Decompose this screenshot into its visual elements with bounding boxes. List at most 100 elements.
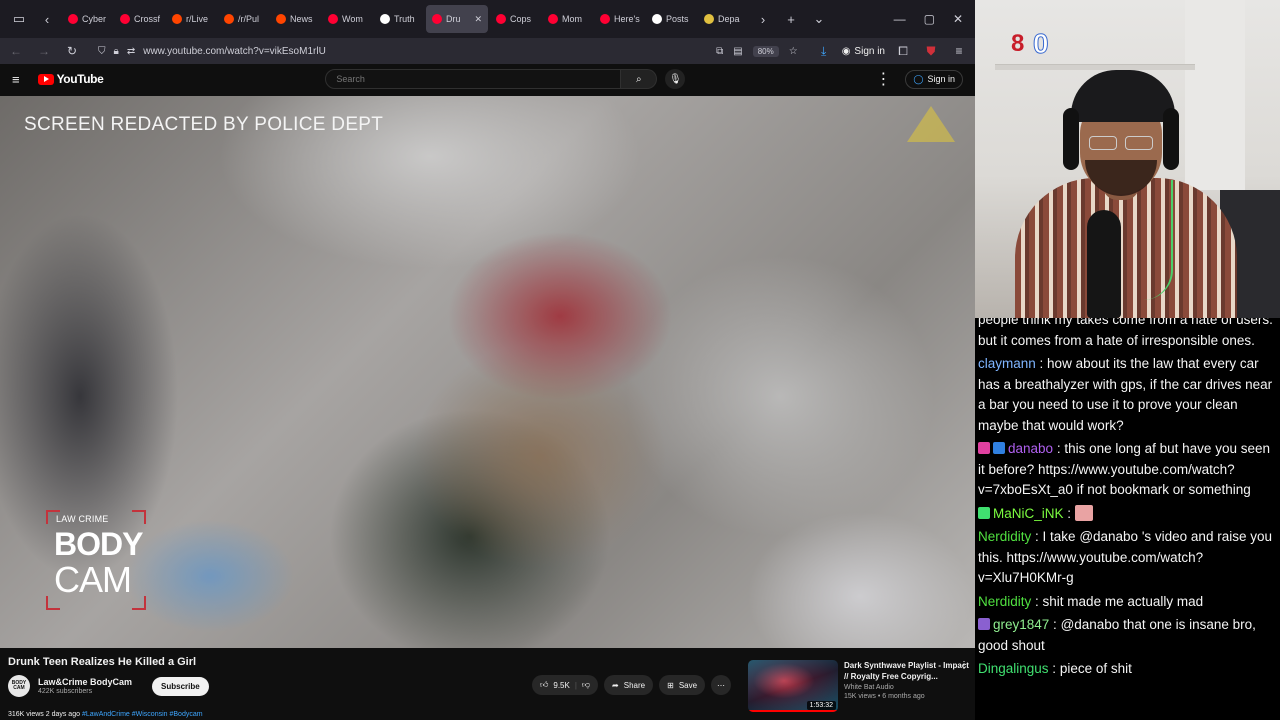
lock-icon[interactable]: 🔒︎ (114, 46, 119, 57)
url-bar-actions: ⧉ ▤ 80% ☆ (716, 45, 798, 57)
recommended-thumbnail[interactable]: 1:53:32 (748, 660, 838, 712)
views-and-date: 316K views 2 days ago (8, 711, 80, 718)
tab-close-icon[interactable]: ✕ (474, 14, 482, 25)
chat-username[interactable]: Nerdidity (978, 529, 1031, 544)
maximize-icon[interactable]: ▢ (924, 12, 935, 26)
browser-tab[interactable]: News (270, 5, 320, 33)
tab-label: Dru (446, 14, 461, 24)
browser-tab[interactable]: Here's (594, 5, 644, 33)
stream-chat: people think my takes come from a hate o… (975, 318, 1280, 720)
scroll-right-icon[interactable]: › (750, 6, 776, 32)
more-options-icon[interactable]: ⋮ (875, 69, 891, 89)
chat-emote-icon (1074, 504, 1093, 521)
chat-message: Dingalingus : piece of shit (978, 659, 1278, 680)
chat-badge-icon (993, 442, 1005, 454)
tab-label: Depa (718, 14, 740, 24)
recommended-video[interactable]: 1:53:32 Dark Synthwave Playlist - Impact… (748, 660, 975, 712)
tab-overview-icon[interactable]: ▭ (6, 6, 32, 32)
youtube-logo[interactable]: YouTube (37, 72, 104, 86)
tab-label: Cyber (82, 14, 107, 24)
streamer-cap (1071, 70, 1175, 122)
hashtags[interactable]: #LawAndCrime #Wisconsin #Bodycam (82, 711, 203, 718)
forward-icon[interactable]: → (34, 41, 54, 61)
browser-tab[interactable]: Dru ✕ (426, 5, 488, 33)
chat-message: MaNiC_iNK : (978, 504, 1278, 525)
reader-view-icon[interactable]: ▤ (733, 46, 742, 57)
bookmark-star-icon[interactable]: ☆ (789, 46, 798, 57)
like-button[interactable]: 👍︎ 9.5K | 👎︎ (532, 675, 599, 695)
hamburger-menu-icon[interactable]: ≡ (12, 72, 20, 87)
more-actions-button[interactable]: ⋯ (711, 675, 732, 695)
browser-tab[interactable]: Cops (490, 5, 540, 33)
url-bar[interactable]: ⛉ 🔒︎ ⇄ www.youtube.com/watch?v=vikEsoM1r… (90, 40, 806, 62)
recommended-channel[interactable]: White Bat Audio (844, 684, 975, 691)
tab-label: Posts (666, 14, 689, 24)
search-button[interactable]: ⌕ (621, 69, 658, 89)
video-player[interactable]: SCREEN REDACTED BY POLICE DEPT LAW CRIME… (0, 96, 975, 648)
watch-progress-bar (748, 710, 838, 712)
subscribe-button[interactable]: Subscribe (152, 676, 209, 696)
youtube-signin-button[interactable]: ◯ Sign in (905, 69, 963, 89)
like-count: 9.5K (553, 680, 570, 690)
chat-username[interactable]: claymann (978, 356, 1036, 371)
stream-logo: 8 0 (1011, 29, 1059, 60)
channel-name[interactable]: Law&Crime BodyCam (38, 677, 132, 687)
browser-tab[interactable]: Cyber (62, 5, 112, 33)
shield-icon[interactable]: ⛉ (98, 46, 106, 57)
video-title: Drunk Teen Realizes He Killed a Girl (8, 656, 197, 668)
share-icon: ➦ (612, 680, 619, 690)
save-button[interactable]: ⊞ Save (659, 675, 706, 695)
chat-messages: people think my takes come from a hate o… (978, 318, 1278, 683)
ublock-icon[interactable]: ⛊ (921, 41, 941, 61)
chat-separator: : (1053, 441, 1065, 456)
browser-tab[interactable]: r/Live (166, 5, 216, 33)
browser-tab[interactable]: Crossf (114, 5, 164, 33)
share-button[interactable]: ➦ Share (604, 675, 654, 695)
account-icon: ◉ (841, 45, 851, 57)
frame-corner (132, 510, 146, 524)
chat-username[interactable]: Nerdidity (978, 594, 1031, 609)
chat-separator: : (1048, 661, 1060, 676)
menu-icon[interactable]: ≡ (949, 41, 969, 61)
recommended-more-icon[interactable]: ⋮ (959, 660, 969, 671)
picture-in-picture-icon[interactable]: ⧉ (716, 46, 723, 57)
search-input[interactable] (325, 69, 622, 89)
downloads-icon[interactable]: ⤓ (814, 41, 834, 61)
chat-separator: : (1031, 529, 1043, 544)
tab-favicon-icon (548, 14, 558, 24)
tab-list-chevron-icon[interactable]: ⌄ (806, 6, 832, 32)
recommended-stats: 15K views • 6 months ago (844, 693, 925, 700)
chat-username[interactable]: MaNiC_iNK (993, 506, 1064, 521)
browser-tab[interactable]: Mom (542, 5, 592, 33)
new-tab-icon[interactable]: + (778, 6, 804, 32)
video-actions: 👍︎ 9.5K | 👎︎ ➦ Share ⊞ Save ⋯ (532, 675, 732, 695)
scroll-left-icon[interactable]: ‹ (34, 6, 60, 32)
browser-signin-button[interactable]: ◉ Sign in (842, 46, 885, 57)
back-icon[interactable]: ← (6, 41, 26, 61)
minimize-icon[interactable]: — (894, 12, 906, 26)
permissions-icon[interactable]: ⇄ (127, 46, 135, 57)
browser-tab[interactable]: Wom (322, 5, 372, 33)
close-window-icon[interactable]: ✕ (953, 12, 963, 26)
channel-avatar[interactable]: BODY CAM (8, 675, 30, 697)
reload-icon[interactable]: ↻ (62, 41, 82, 61)
chat-username[interactable]: grey1847 (993, 617, 1049, 632)
screen: ▭ ‹ Cyber Crossf r/Live/r/Pul News Wom Truth D… (0, 0, 1280, 720)
url-text[interactable]: www.youtube.com/watch?v=vikEsoM1rlU (143, 46, 326, 57)
browser-tab[interactable]: /r/Pul (218, 5, 268, 33)
share-label: Share (623, 680, 646, 690)
browser-tab[interactable]: Truth (374, 5, 424, 33)
tab-label: Truth (394, 14, 415, 24)
search-bar: ⌕ 🎙︎ (325, 69, 686, 89)
user-icon: ◯ (913, 73, 924, 84)
tab-label: Here's (614, 14, 640, 24)
extensions-icon[interactable]: ⧠ (893, 41, 913, 61)
chat-username[interactable]: Dingalingus (978, 661, 1049, 676)
browser-tab[interactable]: Posts (646, 5, 696, 33)
browser-tab[interactable]: Depa (698, 5, 748, 33)
chat-username[interactable]: danabo (1008, 441, 1053, 456)
voice-search-button[interactable]: 🎙︎ (665, 69, 686, 89)
recommended-title[interactable]: Dark Synthwave Playlist - Impact // Roya… (844, 660, 975, 682)
zoom-level[interactable]: 80% (752, 45, 779, 57)
thumbs-down-icon[interactable]: 👎︎ (582, 680, 590, 690)
